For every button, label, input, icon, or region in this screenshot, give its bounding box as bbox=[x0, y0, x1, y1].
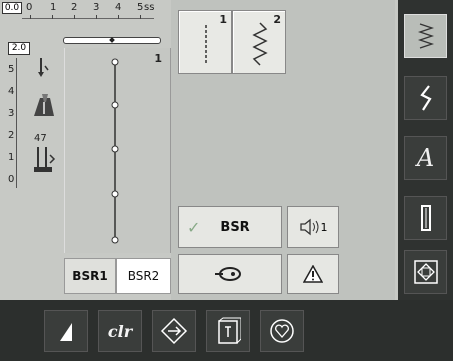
alphabet-button[interactable]: A bbox=[404, 136, 447, 180]
ruler-tick bbox=[30, 15, 31, 19]
sewing-screen: 0.0 0 1 2 3 4 5 ss 2.0 5 4 3 2 1 0 47 1 bbox=[0, 0, 453, 361]
buttonhole-button[interactable] bbox=[404, 196, 447, 240]
ruler-num-0: 0 bbox=[26, 2, 33, 13]
ruler-num-1: 1 bbox=[50, 2, 57, 13]
warning-button[interactable] bbox=[287, 254, 339, 294]
tension-value: 47 bbox=[34, 133, 47, 144]
ruler-num-5: 5 bbox=[137, 2, 144, 13]
length-scale-line bbox=[16, 58, 17, 188]
bsr-label: BSR bbox=[220, 219, 250, 235]
width-slider[interactable] bbox=[63, 37, 161, 44]
clear-icon: clr bbox=[107, 321, 133, 341]
stitch-button-2-number: 2 bbox=[273, 13, 281, 26]
width-slider-marker bbox=[109, 37, 115, 43]
clear-button[interactable]: clr bbox=[98, 310, 142, 352]
scale-label-5: 5 bbox=[8, 64, 15, 75]
needle-position-icon bbox=[60, 323, 72, 341]
favorite-button[interactable] bbox=[260, 310, 304, 352]
ruler-num-3: 3 bbox=[93, 2, 100, 13]
stitch-button-2[interactable]: 2 bbox=[232, 10, 286, 74]
bottom-toolbar: clr bbox=[0, 300, 453, 361]
ruler-tick bbox=[140, 15, 141, 19]
balance-button[interactable] bbox=[152, 310, 196, 352]
stitch-preview-icon bbox=[111, 58, 119, 244]
ruler-tick bbox=[52, 15, 53, 19]
tension-icon: 47 bbox=[30, 133, 60, 187]
favorite-icon bbox=[270, 319, 294, 343]
scale-label-1: 1 bbox=[8, 152, 15, 163]
speaker-icon bbox=[299, 218, 318, 236]
practical-stitch-button[interactable] bbox=[404, 14, 447, 58]
scale-label-2: 2 bbox=[8, 130, 15, 141]
checkmark-icon: ✓ bbox=[187, 217, 201, 237]
needle-position-button[interactable] bbox=[44, 310, 88, 352]
tab-bsr2[interactable]: BSR2 bbox=[116, 258, 171, 294]
ruler-tick bbox=[74, 15, 75, 19]
warning-icon bbox=[303, 265, 323, 283]
ruler-unit: ss bbox=[144, 2, 155, 13]
presser-foot-button[interactable] bbox=[178, 254, 282, 294]
ruler-tick bbox=[96, 15, 97, 19]
tab-bsr1[interactable]: BSR1 bbox=[64, 258, 116, 294]
stitch-preview-panel: 1 bbox=[64, 48, 171, 253]
needle-icon bbox=[36, 58, 50, 82]
width-value-box[interactable]: 0.0 bbox=[2, 2, 22, 14]
ruler-num-2: 2 bbox=[71, 2, 78, 13]
scale-label-0: 0 bbox=[8, 174, 15, 185]
ruler-tick bbox=[118, 15, 119, 19]
balance-icon bbox=[160, 317, 188, 345]
stitch-width-ruler: 0.0 0 1 2 3 4 5 ss bbox=[0, 0, 165, 46]
scale-label-3: 3 bbox=[8, 108, 15, 119]
sound-value: 1 bbox=[320, 220, 328, 234]
alphabet-icon: A bbox=[416, 144, 435, 172]
needle-stop-icon bbox=[30, 92, 58, 122]
bsr-button[interactable]: ✓ BSR bbox=[178, 206, 282, 248]
stitch-button-1-number: 1 bbox=[219, 13, 227, 26]
buttonhole-icon bbox=[420, 205, 431, 231]
presser-foot-icon bbox=[215, 267, 241, 281]
decorative-stitch-button[interactable] bbox=[404, 76, 447, 120]
quilt-button[interactable] bbox=[404, 250, 447, 294]
practical-stitch-icon bbox=[417, 23, 434, 49]
ruler-line bbox=[22, 18, 154, 19]
length-value-box[interactable]: 2.0 bbox=[8, 42, 30, 55]
sound-button[interactable]: 1 bbox=[287, 206, 339, 248]
ruler-num-4: 4 bbox=[115, 2, 122, 13]
memory-button[interactable] bbox=[206, 310, 250, 352]
stitch-button-1[interactable]: 1 bbox=[178, 10, 232, 74]
memory-icon bbox=[218, 317, 241, 344]
quilt-icon bbox=[413, 260, 438, 284]
decorative-stitch-icon bbox=[419, 85, 432, 111]
scale-label-4: 4 bbox=[8, 86, 15, 97]
